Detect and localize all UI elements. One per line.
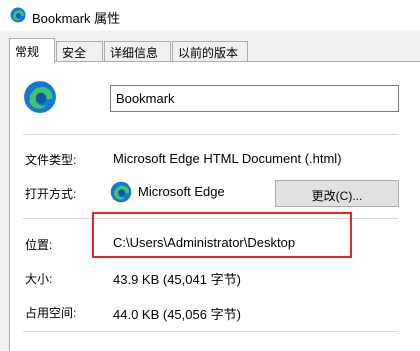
file-type-value: Microsoft Edge HTML Document (.html) (113, 151, 342, 166)
window-title: Bookmark 属性 (32, 11, 121, 26)
size-on-disk-value: 44.0 KB (45,056 字节) (113, 307, 241, 322)
size-value: 43.9 KB (45,041 字节) (113, 272, 241, 287)
tab-general[interactable]: 常规 (9, 38, 55, 63)
tab-security[interactable]: 安全 (56, 41, 103, 61)
divider (23, 331, 398, 332)
edge-icon (110, 181, 132, 203)
change-button[interactable]: 更改(C)... (275, 180, 399, 207)
open-with-app: Microsoft Edge (138, 184, 225, 199)
file-type-label: 文件类型: (25, 153, 77, 167)
edge-file-icon (24, 81, 56, 113)
tab-previous-versions[interactable]: 以前的版本 (172, 41, 248, 61)
size-on-disk-label: 占用空间: (25, 306, 77, 320)
size-label: 大小: (25, 272, 53, 286)
open-with-label: 打开方式: (25, 187, 77, 201)
file-name-input[interactable]: Bookmark (110, 85, 399, 112)
location-label: 位置: (25, 238, 53, 252)
edge-icon (10, 7, 26, 23)
title-bar: Bookmark 属性 (0, 0, 420, 31)
highlight-box (92, 212, 352, 258)
tab-details[interactable]: 详细信息 (104, 41, 171, 61)
divider (23, 134, 398, 135)
